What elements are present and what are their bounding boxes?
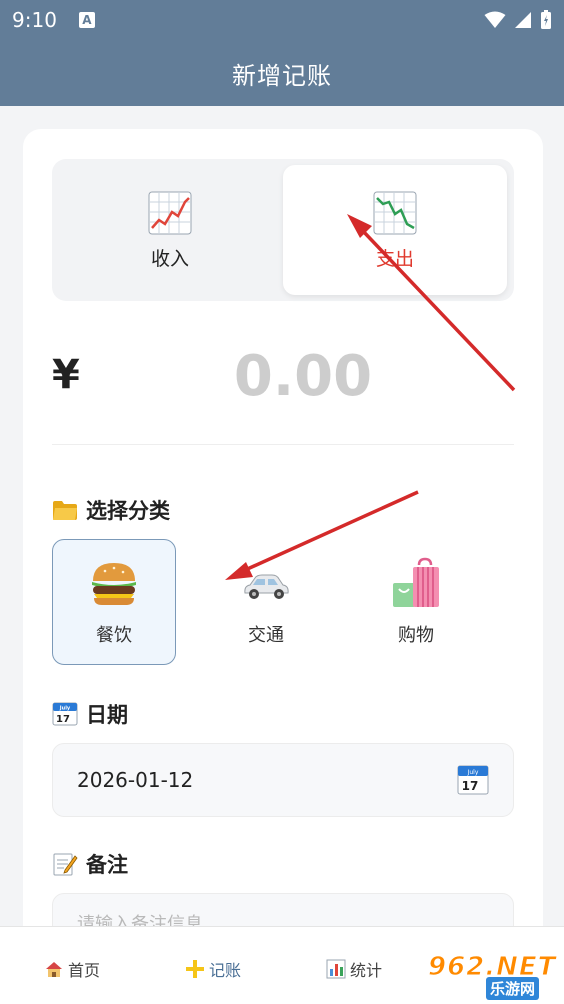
category-dining[interactable]: 餐饮 bbox=[52, 539, 176, 665]
nav-add-label: 记账 bbox=[209, 961, 242, 980]
nav-home[interactable]: 首页 bbox=[44, 957, 100, 981]
hamburger-icon bbox=[92, 563, 136, 605]
nav-home-label: 首页 bbox=[68, 961, 101, 980]
note-section-title: 备注 bbox=[52, 849, 128, 879]
income-tab[interactable]: 收入 bbox=[58, 165, 282, 295]
status-time: 9:10 bbox=[12, 8, 57, 32]
divider bbox=[52, 444, 514, 445]
bar-chart-icon bbox=[326, 959, 346, 979]
nav-stats[interactable]: 统计 bbox=[326, 957, 382, 981]
app-bar: 新增记账 bbox=[0, 40, 564, 106]
car-icon bbox=[244, 574, 289, 599]
chart-increasing-icon bbox=[148, 191, 192, 234]
amount-input[interactable]: 0.00 bbox=[52, 344, 514, 409]
category-label: 餐饮 bbox=[96, 625, 132, 646]
note-title-text: 备注 bbox=[86, 853, 128, 877]
memo-icon bbox=[53, 853, 78, 876]
watermark-subtext: 乐游网 bbox=[486, 977, 540, 1000]
category-title-text: 选择分类 bbox=[86, 499, 170, 523]
signal-icon bbox=[515, 12, 531, 28]
plus-icon bbox=[186, 960, 204, 978]
battery-icon bbox=[541, 10, 551, 29]
status-icons bbox=[484, 10, 552, 30]
date-title-text: 日期 bbox=[86, 703, 128, 727]
wifi-icon bbox=[484, 11, 506, 28]
status-bar: 9:10 A bbox=[0, 0, 564, 40]
expense-label: 支出 bbox=[375, 247, 414, 270]
category-section-title: 选择分类 bbox=[52, 495, 170, 525]
chart-decreasing-icon bbox=[373, 191, 417, 234]
folder-icon bbox=[53, 501, 77, 520]
svg-text:17: 17 bbox=[462, 779, 479, 793]
calendar-icon: July 17 bbox=[52, 702, 78, 726]
shopping-bags-icon bbox=[393, 557, 439, 607]
house-icon bbox=[46, 962, 62, 977]
category-transport[interactable]: 交通 bbox=[204, 539, 328, 665]
date-picker-field[interactable]: 2026-01-12 July 17 bbox=[52, 743, 514, 817]
type-toggle: 收入 支出 bbox=[52, 159, 514, 301]
date-section-title: July 17 日期 bbox=[52, 699, 128, 729]
category-shopping[interactable]: 购物 bbox=[354, 539, 478, 665]
keyboard-a-icon: A bbox=[78, 12, 95, 28]
date-value: 2026-01-12 bbox=[77, 768, 194, 792]
svg-text:July: July bbox=[59, 706, 71, 712]
svg-text:17: 17 bbox=[56, 714, 70, 725]
category-label: 购物 bbox=[398, 625, 434, 646]
category-label: 交通 bbox=[248, 625, 284, 646]
amount-row[interactable]: ¥ 0.00 bbox=[52, 344, 514, 414]
income-label: 收入 bbox=[150, 247, 189, 270]
svg-text:July: July bbox=[467, 769, 479, 776]
nav-add[interactable]: 记账 bbox=[185, 957, 241, 981]
nav-stats-label: 统计 bbox=[350, 961, 383, 980]
watermark-logo: 962.NET 乐游网 bbox=[424, 950, 560, 1000]
entry-form-card: 收入 支出 ¥ 0.00 选择分类 餐饮 交通 购物 July 17 日期 20… bbox=[23, 129, 543, 963]
expense-tab[interactable]: 支出 bbox=[283, 165, 507, 295]
calendar-icon[interactable]: July 17 bbox=[457, 764, 489, 796]
page-title: 新增记账 bbox=[232, 61, 332, 90]
